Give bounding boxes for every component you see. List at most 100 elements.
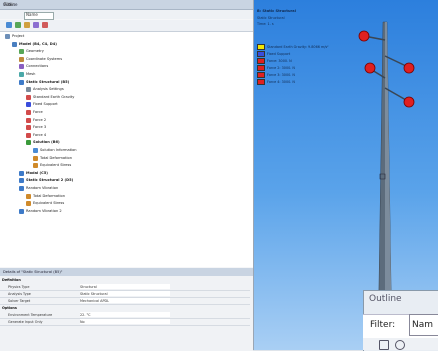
legend-swatch [257,71,265,78]
viewport-time: Time: 1. s [257,22,274,26]
tree-node[interactable]: Random Vibration 2 [19,208,62,214]
load-icon [26,125,31,131]
filter-icon[interactable] [24,22,30,28]
tree-node[interactable]: Total Deformation [26,193,65,199]
tree-node[interactable]: Random Vibration [19,186,58,191]
tree-node[interactable]: Equivalent Stress [26,201,64,207]
floating-toolbar [363,338,438,350]
legend-item: Force 3: 3000. N [257,71,295,78]
details-key: Generate Input Only [8,320,43,324]
analysis-icon [19,170,24,176]
collapse-icon[interactable] [15,22,21,28]
details-value[interactable]: Structural [80,284,170,289]
details-key: Physics Type [8,285,30,289]
details-key: Solver Target [8,299,31,303]
refresh-icon[interactable] [395,340,405,350]
tree-node[interactable]: Modal (C5) [19,170,48,176]
filter-label: Filter: [4,2,16,7]
tree-node[interactable]: Static Structural (B5) [19,79,69,85]
tree-node[interactable]: Mesh [19,72,35,77]
tree-node-label: Modal (C5) [26,170,48,175]
details-value[interactable]: Static Structural [80,291,170,296]
analysis-icon [19,208,24,214]
tree-node-label: Project [12,34,25,38]
details-value[interactable]: No [80,319,170,324]
tree-node[interactable]: Total Deformation [33,155,72,161]
tree-node-label: Coordinate Systems [26,56,63,61]
tree-node-label: Force 2 [33,117,47,122]
legend-swatch [257,50,265,57]
tree-node-label: Force 4 [33,132,47,137]
legend-item: Force 2: 3000. N [257,64,295,71]
details-group-header[interactable]: Definition [2,277,21,283]
legend-swatch [257,57,265,64]
force-marker [358,30,370,42]
outline-header [0,0,253,10]
analysis-icon [19,178,24,184]
tree-node[interactable]: Equivalent Stress [33,163,72,169]
result-icon [33,163,38,169]
tree-node-label: Force [33,110,43,114]
tree-node-label: Force 3 [33,125,47,130]
tree-node-label: Solution Information [40,148,77,152]
filter-value: Name [26,12,38,17]
load-icon [26,132,31,138]
tree-node[interactable]: Coordinate Systems [19,56,63,62]
tree-node[interactable]: Force 3 [26,125,47,131]
legend-label: Standard Earth Gravity: 9.8066 m/s² [267,44,329,49]
result-icon [26,193,31,199]
viewport-subtitle: Static Structural [257,16,285,20]
tree-node[interactable]: Standard Earth Gravity [26,94,74,100]
details-row[interactable]: Generate Input Only No [0,319,250,326]
tree-node[interactable]: Solution (B6) [26,140,60,146]
details-row[interactable]: Analysis Type Static Structural [0,291,250,298]
analysis-icon [19,186,24,191]
details-value[interactable]: Mechanical APDL [80,298,170,303]
tree-node-label: Random Vibration 2 [26,208,62,213]
floating-outline-title: Outline [369,294,402,304]
viewport-title: B: Static Structural [257,9,296,13]
tree-node[interactable]: Model (B4, C4, D4) [12,41,57,47]
tree-node[interactable]: Force [26,110,43,115]
tree-node[interactable]: Static Structural 2 (D5) [19,178,73,184]
tree-icon[interactable] [379,340,389,350]
result-icon [26,201,31,207]
model-icon [12,41,17,47]
tree-node[interactable]: Geometry [19,49,44,55]
tree-node-label: Total Deformation [40,155,72,160]
tree-node[interactable]: Solution Information [33,148,77,153]
connection-icon [19,64,24,70]
floating-filter-value: Nam [412,320,434,330]
sort-icon[interactable] [33,22,39,28]
legend-item: Force 4: 3000. N [257,78,295,85]
mesh-icon [19,72,24,77]
expand-icon[interactable] [6,22,12,28]
support-icon [26,102,31,108]
legend-item: Fixed Support [257,50,290,57]
details-group-header[interactable]: Options [2,305,17,311]
tree-node[interactable]: Force 2 [26,117,47,123]
tree-node[interactable]: Fixed Support [26,102,58,108]
delete-icon[interactable] [42,22,48,28]
legend-label: Force 4: 3000. N [267,79,295,84]
details-row[interactable]: Physics Type Structural [0,284,250,291]
tree-node-label: Mesh [26,72,36,76]
tree-node-label: Total Deformation [33,193,65,198]
tree-node[interactable]: Force 4 [26,132,47,138]
tree-node-label: Equivalent Stress [40,163,72,168]
legend-item: Standard Earth Gravity: 9.8066 m/s² [257,43,329,50]
details-title: Details of "Static Structural (B5)" [3,270,63,274]
tree-node[interactable]: Analysis Settings [26,87,64,93]
legend-swatch [257,64,265,71]
tree-node[interactable]: Connections [19,64,48,70]
load-icon [26,94,31,100]
force-marker [403,96,415,108]
settings-icon [26,87,31,93]
tree-node-label: Fixed Support [33,102,58,107]
tree-node[interactable]: Project [5,34,24,39]
details-row[interactable]: Environment Temperature 22. °C [0,312,250,319]
legend-swatch [257,78,265,85]
details-value[interactable]: 22. °C [80,312,170,317]
details-key: Environment Temperature [8,313,53,317]
details-row[interactable]: Solver Target Mechanical APDL [0,298,250,305]
